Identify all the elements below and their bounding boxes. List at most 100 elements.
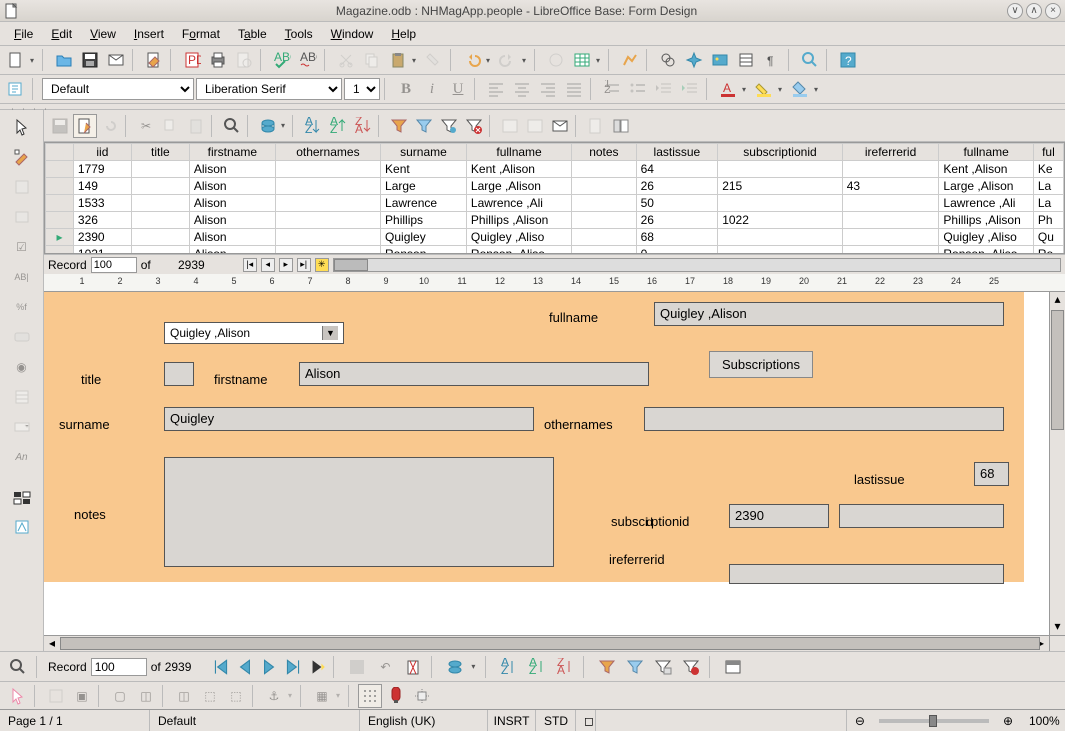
table-cell[interactable]: 215 bbox=[718, 178, 843, 195]
field-firstname[interactable]: Alison bbox=[299, 362, 649, 386]
group-button[interactable]: ◫ bbox=[134, 684, 158, 708]
status-lang[interactable]: English (UK) bbox=[360, 710, 488, 731]
nav-datasource-form-button[interactable] bbox=[721, 655, 745, 679]
nav-sort-desc-button[interactable]: ZA bbox=[553, 655, 577, 679]
menu-view[interactable]: View bbox=[82, 25, 124, 43]
checkbox-tool[interactable]: ☑ bbox=[8, 234, 36, 260]
table-cell[interactable] bbox=[275, 195, 380, 212]
snap-grid-button[interactable] bbox=[384, 684, 408, 708]
paste-data-button[interactable] bbox=[184, 114, 208, 138]
align-right-button[interactable] bbox=[536, 77, 560, 101]
apply-filter-button[interactable] bbox=[412, 114, 436, 138]
table-cell[interactable]: 68 bbox=[636, 229, 718, 246]
table-cell[interactable] bbox=[842, 161, 939, 178]
styles-button[interactable] bbox=[4, 77, 28, 101]
table-cell[interactable]: Large bbox=[381, 178, 467, 195]
align-left-button[interactable] bbox=[484, 77, 508, 101]
autospell-button[interactable]: ABC bbox=[296, 48, 320, 72]
anchor-button[interactable]: ⚓ bbox=[262, 684, 286, 708]
status-sel-mode[interactable]: ◻ bbox=[576, 710, 596, 731]
font-name-combo[interactable]: Liberation Serif bbox=[196, 78, 342, 100]
help-button[interactable]: ? bbox=[836, 48, 860, 72]
table-cell[interactable]: Kent ,Alison bbox=[939, 161, 1033, 178]
align-justify-button[interactable] bbox=[562, 77, 586, 101]
menu-table[interactable]: Table bbox=[230, 25, 275, 43]
autofilter-button[interactable] bbox=[387, 114, 411, 138]
edit-data-button[interactable] bbox=[73, 114, 97, 138]
highlight-dropdown[interactable]: ▾ bbox=[778, 85, 786, 94]
close-button[interactable]: × bbox=[1045, 3, 1061, 19]
zoom-slider[interactable] bbox=[879, 719, 989, 723]
remove-filter-button[interactable] bbox=[462, 114, 486, 138]
bullet-list-button[interactable] bbox=[626, 77, 650, 101]
status-std[interactable]: STD bbox=[536, 710, 576, 731]
pdf-export-button[interactable]: PDF bbox=[180, 48, 204, 72]
table-cell[interactable]: Phillips bbox=[381, 212, 467, 229]
new-doc-button[interactable] bbox=[4, 48, 28, 72]
table-cell[interactable] bbox=[718, 195, 843, 212]
print-preview-button[interactable] bbox=[232, 48, 256, 72]
table-cell[interactable]: Ro bbox=[1033, 246, 1063, 255]
formatted-field-tool[interactable]: %f bbox=[8, 294, 36, 320]
find-record-button-2[interactable] bbox=[6, 655, 30, 679]
underline-button[interactable]: U bbox=[446, 77, 470, 101]
option-button-tool[interactable]: ◉ bbox=[8, 354, 36, 380]
nav-sort-button[interactable]: AZ bbox=[497, 655, 521, 679]
table-cell[interactable] bbox=[842, 246, 939, 255]
copy-data-button[interactable] bbox=[159, 114, 183, 138]
control-props-button[interactable] bbox=[8, 174, 36, 200]
table-cell[interactable] bbox=[718, 229, 843, 246]
bring-front-button[interactable]: ▣ bbox=[70, 684, 94, 708]
hyperlink-button[interactable] bbox=[544, 48, 568, 72]
table-cell[interactable] bbox=[842, 212, 939, 229]
send-back-button[interactable]: ▢ bbox=[108, 684, 132, 708]
horizontal-ruler[interactable]: 1234567891011121314151617181920212223242… bbox=[44, 274, 1065, 292]
table-cell[interactable]: Alison bbox=[189, 195, 275, 212]
nav-form-filter-button[interactable] bbox=[651, 655, 675, 679]
table-cell[interactable]: Alison bbox=[189, 212, 275, 229]
align-objects-button[interactable]: ▦ bbox=[310, 684, 334, 708]
nav-last-button[interactable] bbox=[283, 657, 303, 677]
table-row[interactable]: 1021AlisonRonsonRonson ,Aliso0Ronson ,Al… bbox=[46, 246, 1064, 255]
show-draw-button[interactable] bbox=[618, 48, 642, 72]
form-hscroll[interactable]: ◂ ▸ bbox=[44, 635, 1065, 651]
ds-current-doc-button[interactable] bbox=[584, 114, 608, 138]
table-cell[interactable] bbox=[275, 161, 380, 178]
nav-first-button[interactable] bbox=[211, 657, 231, 677]
col-notes[interactable]: notes bbox=[572, 144, 636, 161]
form-props-button[interactable] bbox=[8, 204, 36, 230]
align-center-button[interactable] bbox=[510, 77, 534, 101]
table-cell[interactable] bbox=[275, 246, 380, 255]
grid-first-button[interactable]: |◂ bbox=[243, 258, 257, 272]
highlight-button[interactable] bbox=[752, 77, 776, 101]
undo-entry-button[interactable] bbox=[98, 114, 122, 138]
draw-select-tool[interactable] bbox=[6, 684, 30, 708]
nav-new-button[interactable] bbox=[307, 657, 327, 677]
zoom-button[interactable] bbox=[798, 48, 822, 72]
textbox-tool[interactable]: AB| bbox=[8, 264, 36, 290]
menu-format[interactable]: Format bbox=[174, 25, 228, 43]
col-fullname[interactable]: fullname bbox=[939, 144, 1033, 161]
zoom-in-button[interactable]: ⊕ bbox=[995, 710, 1021, 731]
field-subscriptionid[interactable]: 2390 bbox=[729, 504, 829, 528]
field-ireferrerid[interactable] bbox=[729, 564, 1004, 584]
default-filter-button[interactable] bbox=[437, 114, 461, 138]
save-record-button[interactable] bbox=[48, 114, 72, 138]
col-title[interactable]: title bbox=[131, 144, 189, 161]
menu-file[interactable]: File bbox=[6, 25, 41, 43]
edit-file-button[interactable] bbox=[142, 48, 166, 72]
col-lastissue[interactable]: lastissue bbox=[636, 144, 718, 161]
nav-refresh-dropdown[interactable]: ▾ bbox=[471, 662, 479, 671]
table-row[interactable]: 326AlisonPhillipsPhillips ,Alison261022P… bbox=[46, 212, 1064, 229]
col-firstname[interactable]: firstname bbox=[189, 144, 275, 161]
zoom-out-button[interactable]: ⊖ bbox=[847, 710, 873, 731]
gallery-button[interactable] bbox=[708, 48, 732, 72]
data-to-fields-button[interactable] bbox=[523, 114, 547, 138]
table-cell[interactable]: 1022 bbox=[718, 212, 843, 229]
spellcheck-button[interactable]: ABC bbox=[270, 48, 294, 72]
print-button[interactable] bbox=[206, 48, 230, 72]
field-othernames[interactable] bbox=[644, 407, 1004, 431]
table-cell[interactable] bbox=[131, 161, 189, 178]
table-cell[interactable]: 2390 bbox=[73, 229, 131, 246]
table-cell[interactable]: Lawrence ,Ali bbox=[466, 195, 571, 212]
